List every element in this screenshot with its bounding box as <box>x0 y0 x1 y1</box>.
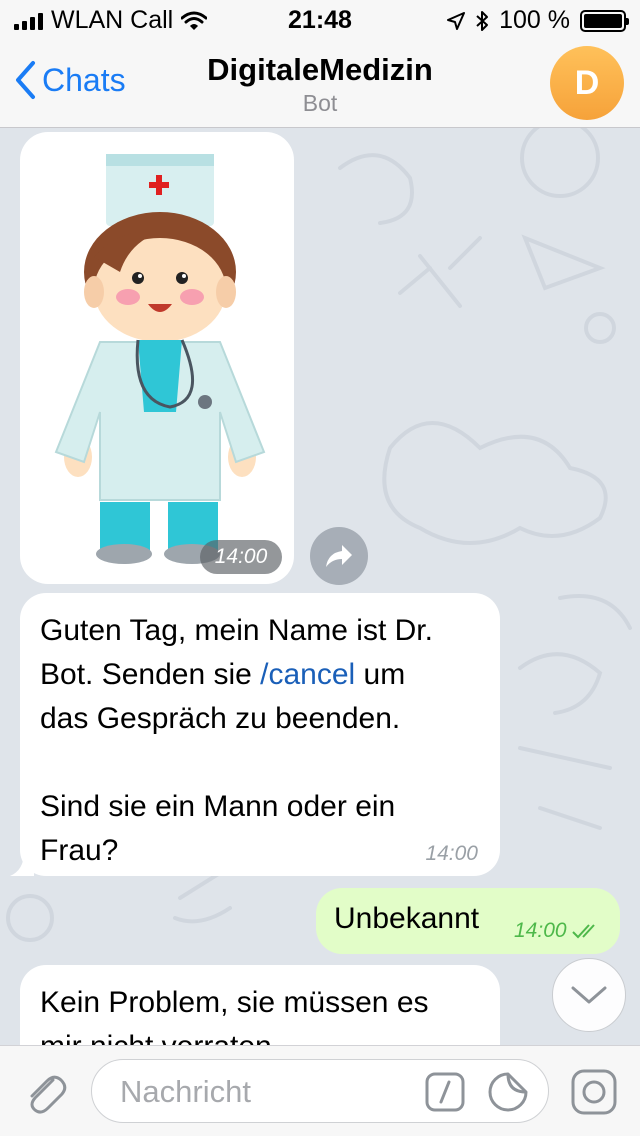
message-line: Frau? <box>40 834 119 867</box>
doctor-illustration <box>54 154 266 564</box>
photo-timestamp: 14:00 <box>200 540 282 574</box>
message-line: Sind sie ein Mann oder ein <box>40 790 396 823</box>
message-line: Bot. Senden sie <box>40 658 261 691</box>
message-meta: 14:00 <box>514 919 601 943</box>
share-button[interactable] <box>310 527 368 585</box>
incoming-message[interactable]: Kein Problem, sie müssen es mir nicht ve… <box>20 965 500 1045</box>
message-timestamp: 14:00 <box>425 842 478 865</box>
paperclip-icon <box>30 1075 67 1114</box>
photo-message[interactable]: 14:00 <box>20 132 294 584</box>
chat-area[interactable]: 14:00 Guten Tag, mein Name ist Dr. Bot. … <box>0 128 640 1045</box>
location-icon <box>447 11 466 30</box>
nav-bar: Chats DigitaleMedizin Bot D <box>0 40 640 128</box>
message-input[interactable] <box>118 1072 412 1112</box>
message-text: Unbekannt <box>334 902 480 935</box>
scroll-to-bottom-button[interactable] <box>552 958 626 1032</box>
avatar[interactable]: D <box>550 46 624 120</box>
message-composer <box>0 1045 640 1136</box>
incoming-message[interactable]: Guten Tag, mein Name ist Dr. Bot. Senden… <box>20 593 500 876</box>
avatar-letter: D <box>574 63 600 102</box>
status-bar: WLAN Call 21:48 100 % <box>0 0 640 40</box>
message-line: um <box>355 658 406 691</box>
bluetooth-icon <box>476 10 489 31</box>
chat-subtitle: Bot <box>302 90 338 116</box>
message-line: Guten Tag, mein Name ist Dr. <box>40 614 433 647</box>
message-line: Kein Problem, sie müssen es <box>40 986 429 1019</box>
cancel-command-link[interactable]: /cancel <box>260 658 355 691</box>
message-line: mir nicht verraten. <box>40 1030 280 1045</box>
message-line: das Gespräch zu beenden. <box>40 702 401 735</box>
message-field[interactable] <box>91 1059 549 1123</box>
bot-commands-icon[interactable] <box>425 1072 465 1112</box>
message-text: Guten Tag, mein Name ist Dr. Bot. Senden… <box>40 609 480 873</box>
bubble-tail <box>10 852 34 876</box>
double-check-icon <box>571 924 595 939</box>
camera-icon[interactable] <box>570 1068 618 1116</box>
battery-icon <box>580 9 629 32</box>
outgoing-message[interactable]: Unbekannt 14:00 <box>316 888 620 954</box>
message-timestamp: 14:00 <box>514 919 567 942</box>
chevron-down-icon <box>571 986 607 1004</box>
attach-button[interactable] <box>20 1068 70 1118</box>
chat-title[interactable]: DigitaleMedizin <box>0 52 640 88</box>
share-arrow-icon <box>326 545 352 567</box>
message-text: Kein Problem, sie müssen es mir nicht ve… <box>40 981 480 1045</box>
status-right: 100 % <box>447 6 629 35</box>
battery-percent: 100 % <box>499 6 570 34</box>
sticker-icon[interactable] <box>488 1072 528 1112</box>
